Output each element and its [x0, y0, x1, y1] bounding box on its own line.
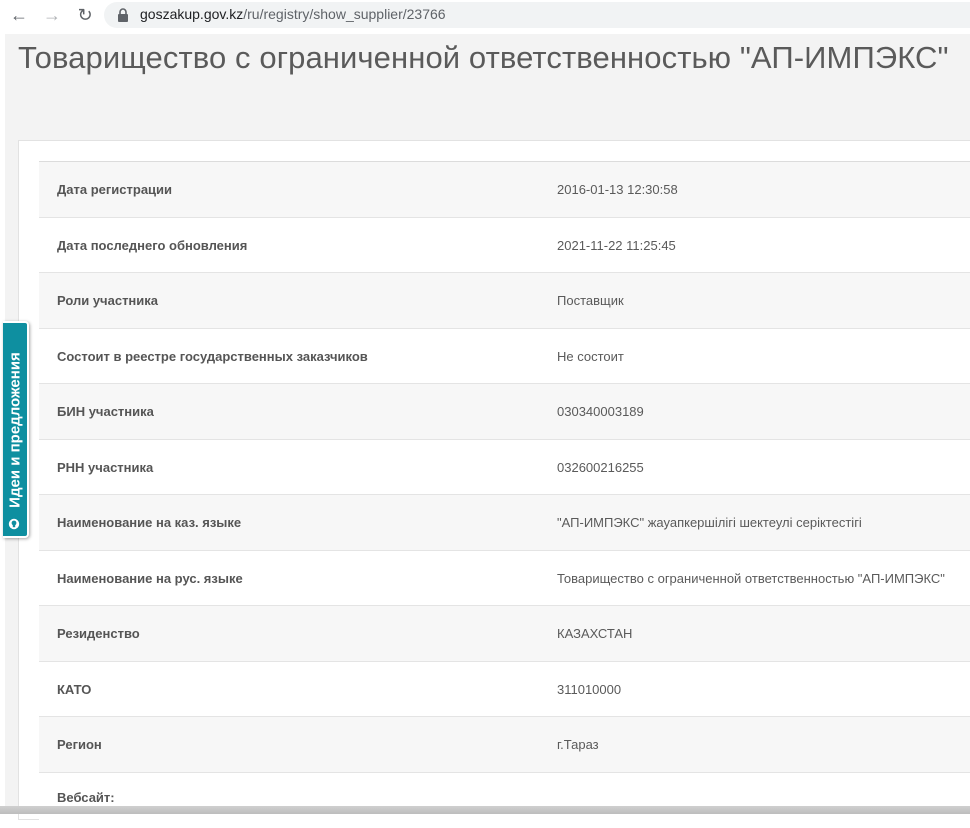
- page-content: Товарищество с ограниченной ответственно…: [5, 34, 970, 814]
- lightbulb-icon: [8, 518, 20, 530]
- table-row: Состоит в реестре государственных заказч…: [39, 329, 970, 385]
- row-value: г.Тараз: [557, 717, 599, 772]
- reload-icon[interactable]: ↻: [74, 4, 96, 26]
- window-bottom-edge: [0, 806, 970, 814]
- supplier-details-table: Дата регистрации 2016-01-13 12:30:58 Дат…: [39, 161, 970, 828]
- row-value: "АП-ИМПЭКС" жауапкершілігі шектеулі сері…: [557, 495, 862, 550]
- browser-toolbar: ← → ↻ goszakup.gov.kz/ru/registry/show_s…: [0, 0, 970, 32]
- row-value: 311010000: [557, 662, 621, 717]
- row-value: 2016-01-13 12:30:58: [557, 162, 678, 217]
- url-text[interactable]: goszakup.gov.kz/ru/registry/show_supplie…: [140, 6, 446, 22]
- row-value: Не состоит: [557, 329, 624, 384]
- table-row: Наименование на рус. языке Товарищество …: [39, 551, 970, 607]
- arrow-right-icon[interactable]: →: [41, 4, 63, 26]
- table-row: БИН участника 030340003189: [39, 384, 970, 440]
- page-title: Товарищество с ограниченной ответственно…: [18, 40, 949, 76]
- row-label: Регион: [57, 717, 102, 772]
- row-label: Дата регистрации: [57, 162, 172, 217]
- row-label: КАТО: [57, 662, 91, 717]
- row-label: Состоит в реестре государственных заказч…: [57, 329, 368, 384]
- row-value: Поставщик: [557, 273, 624, 328]
- row-label: Наименование на рус. языке: [57, 551, 243, 606]
- feedback-tab-button[interactable]: Идеи и предложения: [3, 321, 29, 538]
- row-label: Роли участника: [57, 273, 158, 328]
- row-value: Товарищество с ограниченной ответственно…: [557, 551, 945, 606]
- row-label: Резиденство: [57, 606, 140, 661]
- row-value: 2021-11-22 11:25:45: [557, 218, 676, 273]
- table-row: Вебсайт:: [39, 773, 970, 828]
- table-row: Резиденство КАЗАХСТАН: [39, 606, 970, 662]
- row-value: КАЗАХСТАН: [557, 606, 632, 661]
- row-label: Наименование на каз. языке: [57, 495, 241, 550]
- url-host: goszakup.gov.kz: [140, 6, 243, 22]
- row-label: Вебсайт:: [57, 773, 115, 823]
- row-value: 030340003189: [557, 384, 644, 439]
- table-row: Дата последнего обновления 2021-11-22 11…: [39, 218, 970, 274]
- row-label: Дата последнего обновления: [57, 218, 247, 273]
- table-row: Регион г.Тараз: [39, 717, 970, 773]
- table-row: Роли участника Поставщик: [39, 273, 970, 329]
- row-label: БИН участника: [57, 384, 154, 439]
- feedback-label: Идеи и предложения: [7, 352, 24, 508]
- table-row: КАТО 311010000: [39, 662, 970, 718]
- lock-icon: [118, 8, 128, 22]
- table-row: Наименование на каз. языке "АП-ИМПЭКС" ж…: [39, 495, 970, 551]
- row-label: РНН участника: [57, 440, 153, 495]
- url-path: /ru/registry/show_supplier/23766: [243, 6, 445, 22]
- address-bar[interactable]: goszakup.gov.kz/ru/registry/show_supplie…: [104, 2, 970, 28]
- supplier-details-panel: Дата регистрации 2016-01-13 12:30:58 Дат…: [18, 140, 970, 820]
- table-row: РНН участника 032600216255: [39, 440, 970, 496]
- row-value: 032600216255: [557, 440, 644, 495]
- arrow-left-icon[interactable]: ←: [8, 4, 30, 26]
- table-row: Дата регистрации 2016-01-13 12:30:58: [39, 162, 970, 218]
